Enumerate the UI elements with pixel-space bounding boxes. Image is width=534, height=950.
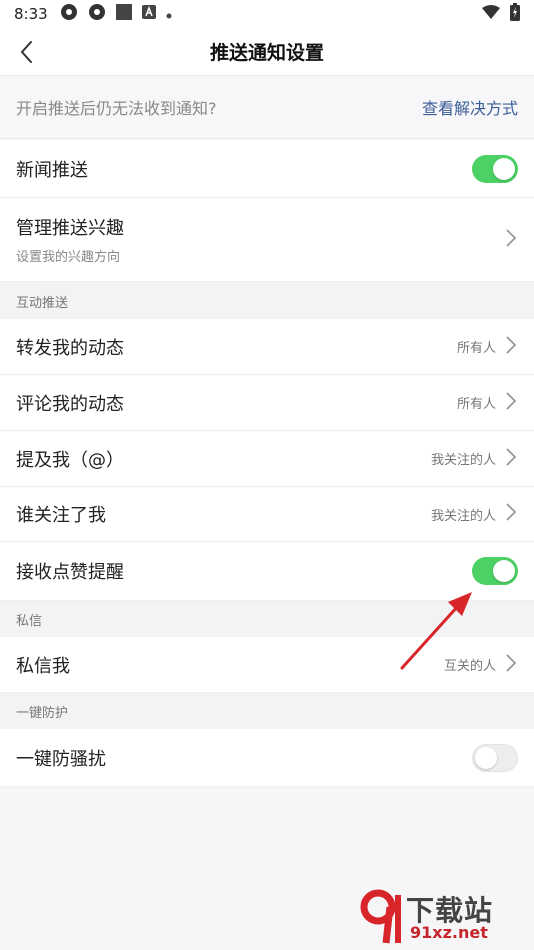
app-notification-icon	[60, 3, 78, 25]
chevron-right-icon	[504, 502, 518, 526]
row-label: 新闻推送	[16, 159, 88, 181]
like-reminder-toggle[interactable]	[472, 557, 518, 585]
page-title: 推送通知设置	[209, 42, 324, 64]
status-time: 8:33	[14, 5, 48, 23]
row-label: 管理推送兴趣	[16, 218, 124, 239]
row-value: 所有人	[456, 341, 496, 356]
push-help-notice: 开启推送后仍无法收到通知? 查看解决方式	[0, 76, 534, 139]
mention-me-row[interactable]: 提及我（@） 我关注的人	[0, 431, 534, 487]
row-sublabel: 设置我的兴趣方向	[16, 250, 121, 265]
app-a-notification-icon	[141, 5, 156, 23]
watermark-logo: 下载站 91xz.net	[360, 885, 530, 945]
row-label: 评论我的动态	[16, 393, 124, 415]
chevron-right-icon	[504, 653, 518, 677]
view-solution-link[interactable]: 查看解决方式	[422, 95, 518, 119]
section-label: 私信	[16, 613, 43, 629]
anti-harassment-row: 一键防骚扰	[0, 729, 534, 787]
back-button[interactable]	[14, 38, 42, 66]
section-header-interaction: 互动推送	[0, 283, 534, 319]
row-value: 所有人	[456, 397, 496, 412]
manage-push-interest-row[interactable]: 管理推送兴趣 设置我的兴趣方向	[0, 198, 534, 282]
watermark-91-icon	[360, 889, 401, 944]
section-label: 一键防护	[16, 705, 69, 721]
row-label: 谁关注了我	[16, 505, 106, 526]
app-notification-icon	[88, 3, 106, 25]
more-notifications-dot-icon	[166, 5, 172, 23]
row-label: 一键防骚扰	[16, 748, 106, 770]
chevron-right-icon	[504, 228, 518, 252]
wifi-icon	[482, 5, 500, 23]
chevron-right-icon	[504, 335, 518, 359]
row-value: 我关注的人	[430, 508, 496, 524]
row-value: 我关注的人	[430, 453, 496, 468]
watermark-text-bottom: 91xz.net	[410, 923, 488, 942]
repost-my-post-row[interactable]: 转发我的动态 所有人	[0, 319, 534, 375]
section-label: 互动推送	[16, 295, 69, 311]
row-label: 转发我的动态	[16, 337, 124, 359]
status-bar: 8:33	[0, 0, 534, 28]
row-label: 接收点赞提醒	[16, 562, 124, 583]
comment-my-post-row[interactable]: 评论我的动态 所有人	[0, 375, 534, 431]
square-notification-icon	[115, 4, 132, 24]
who-followed-me-row[interactable]: 谁关注了我 我关注的人	[0, 487, 534, 542]
chevron-right-icon	[504, 447, 518, 471]
row-label: 提及我（@）	[16, 449, 124, 471]
notice-text: 开启推送后仍无法收到通知?	[16, 99, 217, 118]
row-label: 私信我	[16, 655, 70, 677]
section-header-protection: 一键防护	[0, 693, 534, 729]
chevron-left-icon	[20, 41, 32, 63]
news-push-toggle[interactable]	[472, 154, 518, 183]
app-bar: 推送通知设置	[0, 28, 534, 76]
battery-charging-icon	[510, 3, 520, 25]
news-push-row: 新闻推送	[0, 140, 534, 198]
chevron-right-icon	[504, 391, 518, 415]
annotation-arrow-icon	[400, 592, 472, 670]
anti-harassment-toggle[interactable]	[472, 743, 518, 772]
